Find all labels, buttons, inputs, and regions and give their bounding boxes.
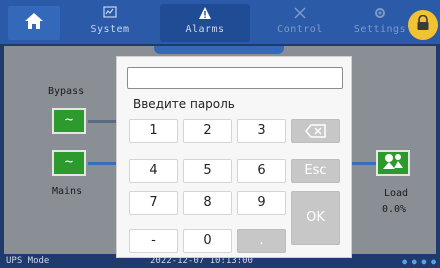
bypass-label: Bypass	[48, 86, 85, 97]
tab-settings[interactable]: Settings	[350, 4, 410, 42]
mains-source-icon[interactable]: ~	[52, 150, 86, 176]
key-2[interactable]: 2	[183, 119, 232, 143]
chart-monitor-icon	[66, 6, 154, 22]
lock-button[interactable]	[408, 10, 438, 40]
tab-control[interactable]: Control	[256, 4, 344, 42]
key-minus[interactable]: -	[129, 229, 178, 253]
tab-system-label: System	[90, 24, 130, 35]
key-4[interactable]: 4	[129, 159, 178, 183]
top-nav-bar: System Alarms Control Settings	[0, 0, 440, 44]
key-5[interactable]: 5	[183, 159, 232, 183]
home-button[interactable]	[8, 6, 60, 40]
key-9[interactable]: 9	[237, 191, 286, 215]
key-7[interactable]: 7	[129, 191, 178, 215]
ups-mode-text: UPS Mode	[6, 256, 50, 266]
tab-alarms[interactable]: Alarms	[160, 4, 250, 42]
key-3[interactable]: 3	[237, 119, 286, 143]
mains-label: Mains	[52, 186, 83, 197]
load-label: Load	[384, 188, 409, 199]
lock-icon	[416, 14, 430, 35]
key-0[interactable]: 0	[183, 229, 232, 253]
home-icon	[24, 12, 44, 34]
esc-button[interactable]: Esc	[291, 159, 340, 183]
key-8[interactable]: 8	[183, 191, 232, 215]
password-dialog: Введите пароль 1 2 3 4 5 6 Esc 7 8 9 OK …	[116, 56, 352, 258]
load-percentage: 0.0%	[382, 204, 407, 215]
tab-system[interactable]: System	[66, 4, 154, 42]
status-indicator-icons: ● ● ● ●	[402, 257, 436, 266]
tools-icon	[256, 6, 344, 22]
load-icon[interactable]	[376, 150, 410, 176]
tab-alarms-label: Alarms	[185, 24, 225, 35]
tab-settings-label: Settings	[353, 24, 407, 35]
password-input[interactable]	[127, 67, 343, 89]
panel-header-tab	[154, 46, 284, 54]
gear-icon	[350, 6, 410, 22]
warning-icon	[160, 6, 250, 22]
bypass-source-icon[interactable]: ~	[52, 108, 86, 134]
key-dot[interactable]: .	[237, 229, 286, 253]
key-6[interactable]: 6	[237, 159, 286, 183]
backspace-button[interactable]	[291, 119, 340, 143]
key-1[interactable]: 1	[129, 119, 178, 143]
ok-button[interactable]: OK	[291, 191, 340, 245]
backspace-icon	[304, 124, 327, 142]
password-prompt: Введите пароль	[133, 97, 235, 111]
tab-control-label: Control	[277, 24, 323, 35]
